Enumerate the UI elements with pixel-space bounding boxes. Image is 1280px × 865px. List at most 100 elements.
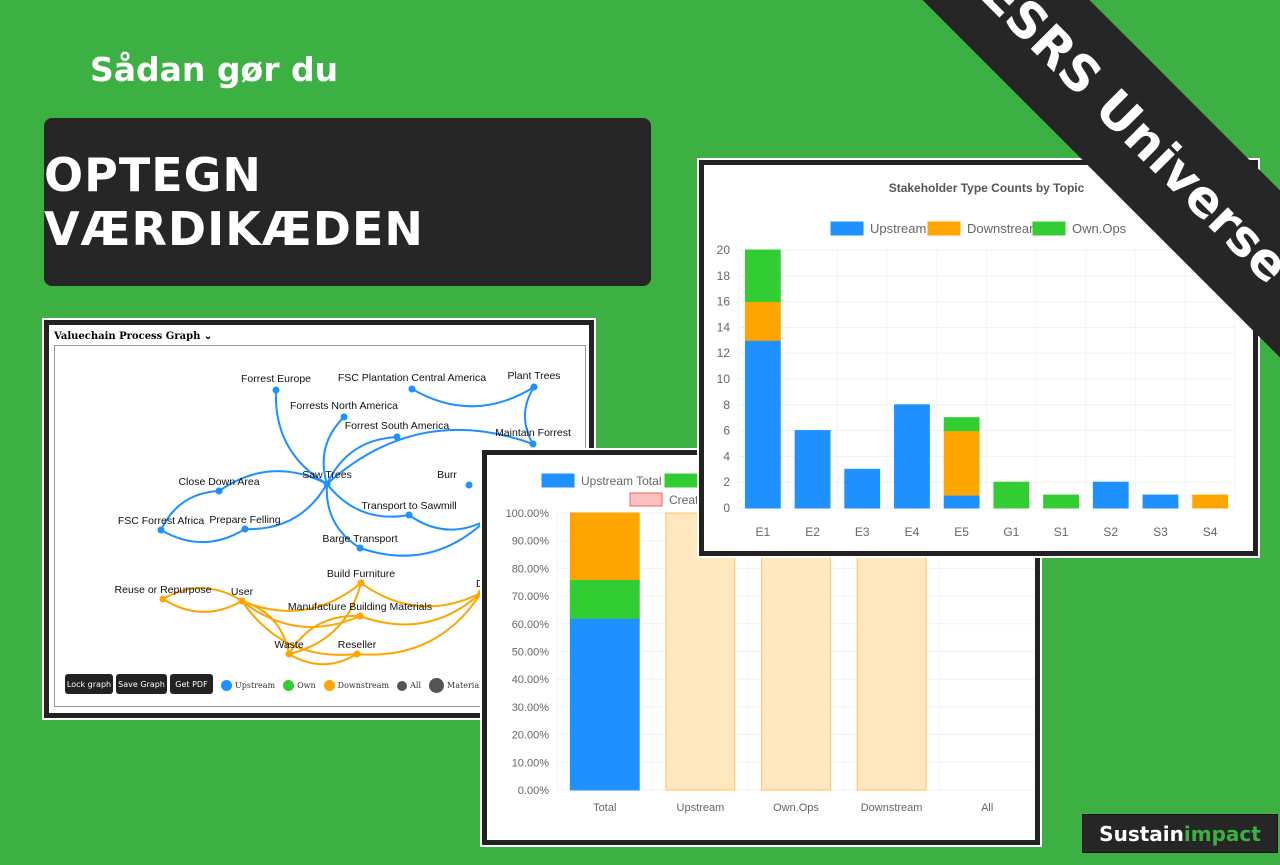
legend-label: Upstream Total [581,474,661,488]
graph-node [215,487,223,495]
y-tick-label: 4 [723,449,730,463]
legend-swatch [1032,221,1066,236]
x-tick-label: E4 [905,525,920,539]
graph-node [357,579,365,587]
legend-dot-icon [397,680,408,691]
bar-S4-Downstream [1192,494,1229,509]
graph-node-label[interactable]: Saw Trees [302,469,352,481]
legend-swatch [629,492,663,507]
graph-edge-up-4 [411,386,535,408]
graph-node-label[interactable]: Plant Trees [507,370,560,382]
y-tick-label: 0 [723,501,730,515]
graph-node-label[interactable]: Build Furniture [327,568,395,580]
bar-E2-Upstream [794,430,831,509]
y-tick-label: 80.00% [512,563,550,575]
x-tick-label: All [981,802,993,814]
graph-node [241,525,249,533]
graph-node [159,595,167,603]
legend-label: All [410,681,422,690]
x-tick-label: Own.Ops [773,802,819,814]
legend-label: Own [297,681,316,690]
bar-S2-Upstream [1092,481,1129,509]
graph-node-label[interactable]: Maintain Forrest [495,427,571,439]
y-tick-label: 8 [723,398,730,412]
x-tick-label: S1 [1054,525,1069,539]
graph-node-label[interactable]: Reuse or Repurpose [115,584,212,596]
y-tick-label: 18 [717,269,731,283]
x-tick-label: S4 [1203,525,1218,539]
graph-node-label[interactable]: Barge Transport [322,533,397,545]
y-tick-label: 60.00% [512,619,550,631]
legend-label: Downstream [967,221,1040,236]
bar-Total-series [569,578,640,619]
y-tick-label: 0.00% [518,785,549,797]
x-tick-label: E5 [954,525,969,539]
legend-item-downstream[interactable]: Downstream [323,680,390,691]
graph-node-label[interactable]: Manufacture Building Materials [288,601,432,613]
legend-dot-icon [323,680,335,691]
x-tick-label: Downstream [861,802,923,814]
graph-legend: Upstream Own Downstream All Material [221,678,490,693]
get-pdf-button[interactable]: Get PDF [170,674,213,694]
graph-node-label[interactable]: Forrest South America [345,420,450,432]
graph-node [157,526,165,534]
y-tick-label: 16 [717,295,731,309]
y-tick-label: 100.00% [506,508,550,520]
legend-dot-icon [429,678,445,693]
legend-swatch [664,473,698,488]
chart-title: Stakeholder Type Counts by Topic [889,181,1085,195]
lock-graph-button[interactable]: Lock graph [65,674,113,694]
graph-node [356,612,364,620]
graph-node [285,650,293,658]
graph-node [356,544,364,552]
bar-E5-Downstream [943,430,980,496]
legend-label: Downstream [337,681,390,690]
bar-E5-Own.Ops [943,417,980,432]
graph-edge-down-0 [162,598,243,613]
graph-node-label[interactable]: Forrests North America [290,400,398,412]
legend-label: Upstream [870,221,926,236]
x-tick-label: S3 [1153,525,1168,539]
sustainimpact-logo: Sustain impact [1082,814,1278,853]
graph-node [272,386,280,394]
graph-node-label[interactable]: User [231,586,254,598]
x-tick-label: E1 [756,525,771,539]
legend-item-material[interactable]: Material [429,678,482,693]
graph-node-label[interactable]: FSC Forrest Africa [118,515,205,527]
graph-node [353,650,361,658]
graph-node-label[interactable]: Transport to Sawmill [361,500,456,512]
legend-swatch [830,221,864,236]
y-tick-label: 70.00% [512,591,550,603]
graph-node [408,385,416,393]
x-tick-label: Upstream [677,802,725,814]
graph-node-label[interactable]: Forrest Europe [241,373,311,385]
legend-dot-icon [283,680,295,691]
graph-node-label[interactable]: Reseller [338,639,377,651]
graph-node-label[interactable]: Close Down Area [178,476,259,488]
graph-node-label[interactable]: Prepare Felling [209,514,280,526]
save-graph-button[interactable]: Save Graph [116,674,167,694]
legend-swatch [541,473,575,488]
graph-node [405,511,413,519]
bar-Total-Upstream Total [569,617,640,791]
graph-node-label[interactable]: Waste [274,639,304,651]
y-tick-label: 90.00% [512,536,550,548]
y-tick-label: 14 [717,320,731,334]
graph-node-label[interactable]: Burr [437,469,457,481]
y-tick-label: 20.00% [512,730,550,742]
y-tick-label: 50.00% [512,647,550,659]
legend-item-all[interactable]: All [397,680,422,691]
graph-node [530,383,538,391]
y-tick-label: 6 [723,424,730,438]
x-tick-label: S2 [1103,525,1118,539]
graph-node-label[interactable]: FSC Plantation Central America [338,372,486,384]
y-tick-label: 10.00% [512,757,550,769]
bar-G1-Own.Ops [993,481,1030,509]
y-tick-label: 40.00% [512,674,550,686]
legend-item-upstream[interactable]: Upstream [221,680,275,691]
bar-E1-Downstream [744,301,781,341]
kicker-heading: Sådan gør du [90,50,339,89]
y-tick-label: 30.00% [512,702,550,714]
legend-item-own[interactable]: Own [283,680,316,691]
y-tick-label: 12 [717,346,731,360]
